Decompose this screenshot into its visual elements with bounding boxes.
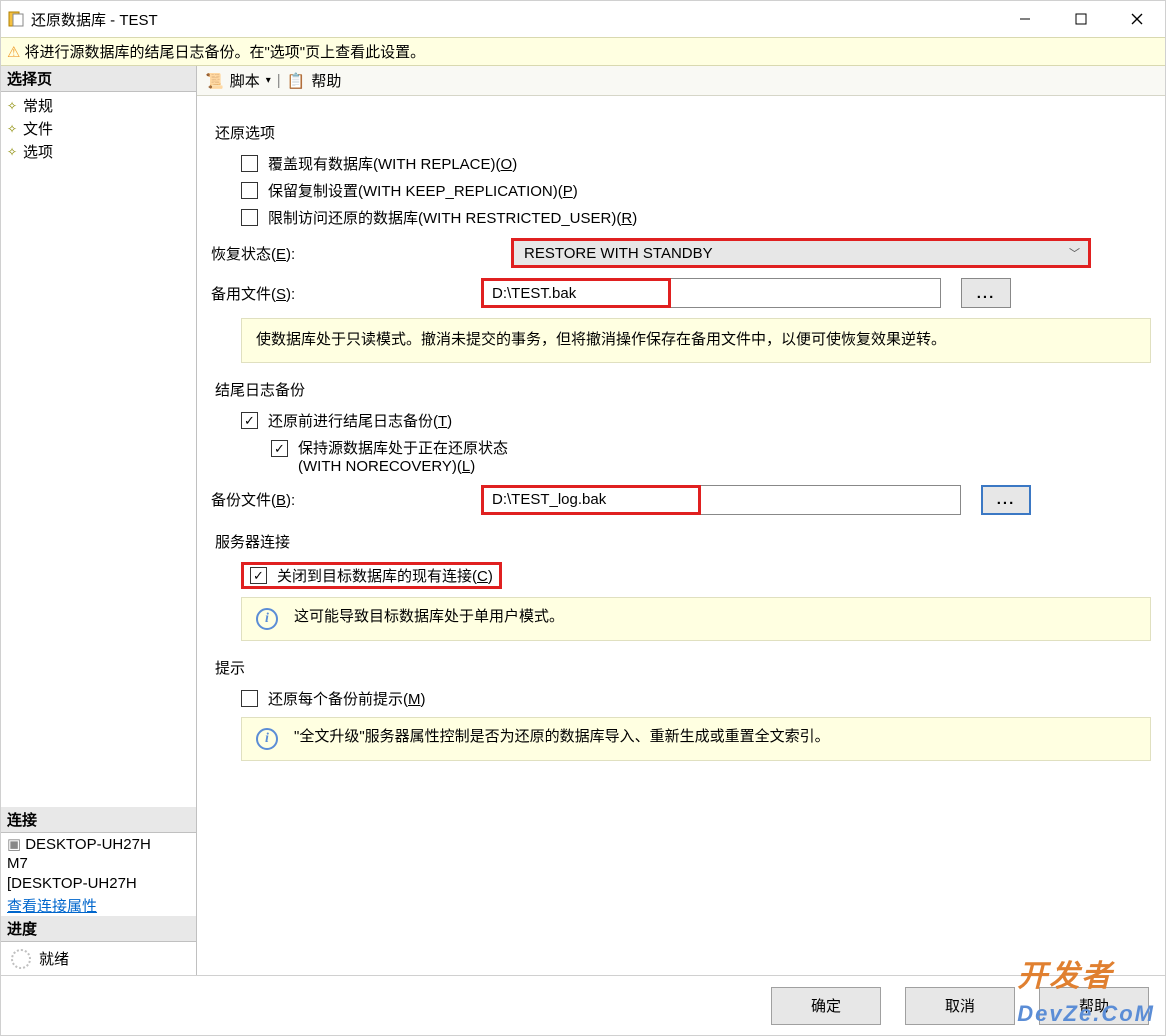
sidebar-connection: 连接 ▣DESKTOP-UH27H M7 [DESKTOP-UH27H 查看连接… — [1, 807, 196, 976]
close-connections-checkbox[interactable] — [250, 567, 267, 584]
standby-file-input-ext[interactable] — [671, 278, 941, 308]
tail-log-label: 还原前进行结尾日志备份(T) — [268, 410, 452, 431]
recovery-state-label: 恢复状态(E): — [211, 243, 511, 264]
close-button[interactable] — [1109, 1, 1165, 37]
footer: 确定 取消 帮助 开发者DevZe.CoM — [1, 975, 1165, 1035]
app-icon — [7, 10, 25, 28]
close-connections-label: 关闭到目标数据库的现有连接(C) — [277, 565, 493, 586]
sidebar-header: 选择页 — [1, 66, 196, 92]
info-icon: i — [256, 728, 278, 750]
keep-replication-label: 保留复制设置(WITH KEEP_REPLICATION)(P) — [268, 180, 578, 201]
window: 还原数据库 - TEST ⚠ 将进行源数据库的结尾日志备份。在"选项"页上查看此… — [0, 0, 1166, 1036]
maximize-button[interactable] — [1053, 1, 1109, 37]
sidebar-item-general[interactable]: ✧常规 — [1, 94, 196, 117]
recovery-state-dropdown[interactable]: RESTORE WITH STANDBY ﹀ — [511, 238, 1091, 268]
dropdown-caret-icon[interactable]: ▾ — [266, 75, 271, 86]
norecovery-label: 保持源数据库处于正在还原状态 (WITH NORECOVERY)(L) — [298, 437, 508, 475]
body: 选择页 ✧常规 ✧文件 ✧选项 连接 ▣DESKTOP-UH27H M7 [DE… — [1, 66, 1165, 975]
help-button[interactable]: 帮助 — [311, 70, 341, 91]
ok-button[interactable]: 确定 — [771, 987, 881, 1025]
connection-server: ▣DESKTOP-UH27H M7 [DESKTOP-UH27H — [1, 833, 196, 896]
sidebar-list: ✧常规 ✧文件 ✧选项 — [1, 92, 196, 807]
tail-log-checkbox[interactable] — [241, 412, 258, 429]
norecovery-checkbox[interactable] — [271, 440, 288, 457]
warning-bar: ⚠ 将进行源数据库的结尾日志备份。在"选项"页上查看此设置。 — [1, 37, 1165, 66]
sidebar: 选择页 ✧常规 ✧文件 ✧选项 连接 ▣DESKTOP-UH27H M7 [DE… — [1, 66, 197, 975]
script-button[interactable]: 脚本 — [230, 70, 260, 91]
close-connections-highlight: 关闭到目标数据库的现有连接(C) — [241, 562, 502, 589]
connection-header: 连接 — [1, 807, 196, 833]
backup-file-browse-button[interactable]: ... — [981, 485, 1031, 515]
backup-file-input[interactable]: D:\TEST_log.bak — [481, 485, 701, 515]
spinner-icon — [11, 949, 31, 969]
close-connections-info: i 这可能导致目标数据库处于单用户模式。 — [241, 597, 1151, 641]
restricted-user-checkbox[interactable] — [241, 209, 258, 226]
sidebar-item-files[interactable]: ✧文件 — [1, 117, 196, 140]
page-icon: ✧ — [5, 99, 19, 113]
section-server-conn: 服务器连接 — [215, 531, 1151, 552]
sidebar-item-options[interactable]: ✧选项 — [1, 140, 196, 163]
overwrite-label: 覆盖现有数据库(WITH REPLACE)(O) — [268, 153, 517, 174]
standby-file-browse-button[interactable]: ... — [961, 278, 1011, 308]
view-connection-props-link[interactable]: 查看连接属性 — [1, 895, 196, 916]
titlebar: 还原数据库 - TEST — [1, 1, 1165, 37]
restricted-user-label: 限制访问还原的数据库(WITH RESTRICTED_USER)(R) — [268, 207, 637, 228]
chevron-down-icon: ﹀ — [1069, 245, 1080, 261]
section-prompt: 提示 — [215, 657, 1151, 678]
standby-file-label: 备用文件(S): — [211, 283, 481, 304]
window-title: 还原数据库 - TEST — [31, 9, 997, 30]
overwrite-checkbox[interactable] — [241, 155, 258, 172]
toolbar: 📜 脚本 ▾ | 📋 帮助 — [197, 66, 1165, 96]
page-icon: ✧ — [5, 122, 19, 136]
section-tail-log: 结尾日志备份 — [215, 379, 1151, 400]
main: 📜 脚本 ▾ | 📋 帮助 还原选项 覆盖现有数据库(WITH REPLACE)… — [197, 66, 1165, 975]
keep-replication-checkbox[interactable] — [241, 182, 258, 199]
section-restore-options: 还原选项 — [215, 122, 1151, 143]
help-button[interactable]: 帮助 — [1039, 987, 1149, 1025]
progress-status: 就绪 — [1, 942, 196, 975]
minimize-button[interactable] — [997, 1, 1053, 37]
warning-icon: ⚠ — [7, 43, 20, 61]
server-icon: ▣ — [7, 836, 21, 853]
script-icon: 📜 — [205, 72, 224, 90]
page-icon: ✧ — [5, 145, 19, 159]
standby-file-input[interactable]: D:\TEST.bak — [481, 278, 671, 308]
standby-info-box: 使数据库处于只读模式。撤消未提交的事务，但将撤消操作保存在备用文件中，以便可使恢… — [241, 318, 1151, 363]
info-icon: i — [256, 608, 278, 630]
backup-file-label: 备份文件(B): — [211, 489, 481, 510]
fulltext-info: i "全文升级"服务器属性控制是否为还原的数据库导入、重新生成或重置全文索引。 — [241, 717, 1151, 761]
progress-header: 进度 — [1, 916, 196, 942]
cancel-button[interactable]: 取消 — [905, 987, 1015, 1025]
warning-text: 将进行源数据库的结尾日志备份。在"选项"页上查看此设置。 — [24, 41, 425, 62]
prompt-each-label: 还原每个备份前提示(M) — [268, 688, 426, 709]
content: 还原选项 覆盖现有数据库(WITH REPLACE)(O) 保留复制设置(WIT… — [197, 96, 1165, 975]
prompt-each-checkbox[interactable] — [241, 690, 258, 707]
backup-file-input-ext[interactable] — [701, 485, 961, 515]
help-icon: 📋 — [287, 72, 306, 90]
